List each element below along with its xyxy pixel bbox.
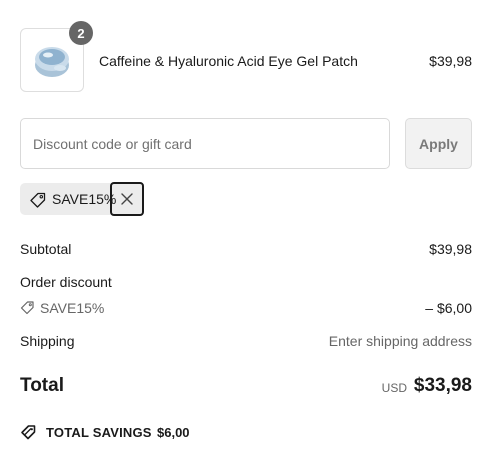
remove-code-button[interactable] (110, 182, 144, 216)
tag-icon (30, 192, 46, 208)
total-label: Total (20, 375, 64, 396)
product-price: $39,98 (429, 53, 472, 69)
discount-code-input[interactable] (20, 118, 390, 169)
quantity-badge: 2 (69, 21, 93, 45)
product-name: Caffeine & Hyaluronic Acid Eye Gel Patch (99, 53, 358, 69)
shipping-value: Enter shipping address (328, 333, 472, 349)
discount-value: – $6,00 (425, 300, 472, 316)
discount-code-label: SAVE15% (40, 300, 105, 316)
order-discount-label: Order discount (20, 274, 112, 290)
total-savings-label: TOTAL SAVINGS (46, 425, 152, 440)
applied-code-label: SAVE15% (52, 191, 117, 207)
subtotal-value: $39,98 (429, 241, 472, 257)
total-amount: $33,98 (413, 375, 472, 396)
tag-icon (20, 301, 34, 315)
total-savings-amount: $6,00 (157, 425, 190, 440)
savings-tag-icon (21, 425, 36, 440)
apply-discount-button[interactable]: Apply (405, 118, 472, 169)
shipping-label: Shipping (20, 333, 75, 349)
total-currency: USD (381, 381, 407, 395)
close-icon (121, 193, 133, 205)
eye-gel-jar-icon (35, 47, 69, 77)
subtotal-label: Subtotal (20, 241, 72, 257)
